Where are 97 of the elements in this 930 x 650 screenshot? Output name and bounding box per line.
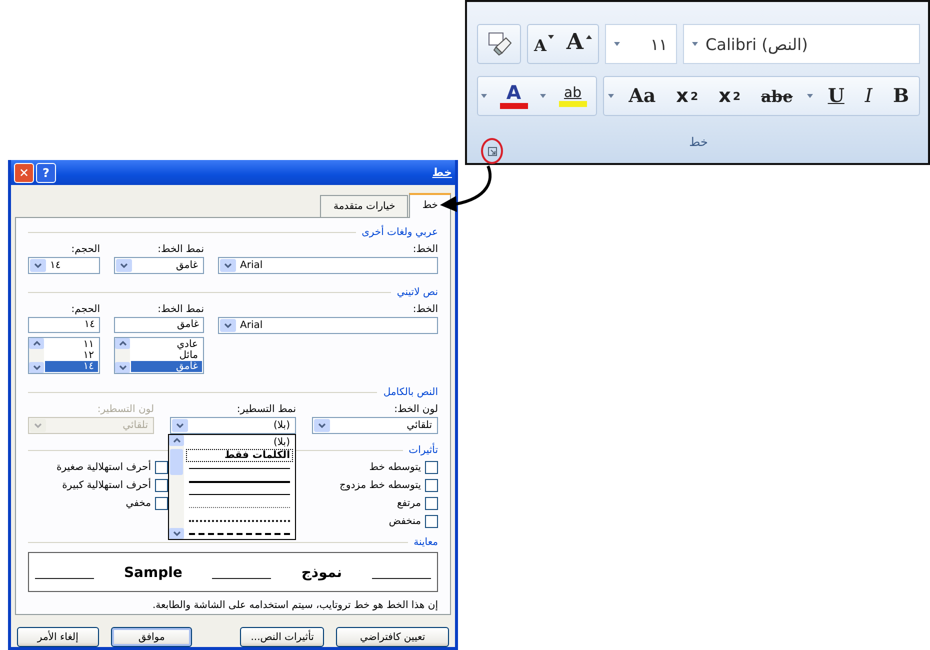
dialog-button[interactable]: تعيين كافتراضي	[336, 627, 449, 647]
shrink-font-button[interactable]: A	[528, 25, 560, 63]
caret-icon	[807, 94, 814, 98]
group-label: خط	[689, 134, 708, 148]
section-heading: النص بالكامل	[383, 386, 438, 398]
list-item[interactable]: غامق	[131, 361, 202, 372]
checkbox[interactable]	[425, 496, 438, 510]
scroll-down-button[interactable]	[115, 362, 130, 373]
field-label: لون التسطير:	[96, 404, 154, 415]
checkbox-label: يتوسطه خط مزدوج	[339, 480, 421, 490]
launcher-icon	[488, 146, 496, 156]
checkbox[interactable]	[425, 514, 438, 528]
chevron-up-icon	[32, 341, 40, 346]
style-field[interactable]: غامق	[114, 317, 204, 333]
field-label: الحجم:	[70, 304, 100, 315]
caret-icon	[540, 94, 546, 98]
chevron-down-icon	[118, 365, 126, 370]
tab[interactable]: خط	[409, 193, 451, 218]
font-color-dropdown[interactable]: تلقائي	[312, 417, 438, 434]
font-dropdown[interactable]: Arial	[218, 257, 438, 274]
caret-icon	[608, 94, 614, 98]
checkbox[interactable]	[155, 460, 168, 474]
sample-text: نموذج	[300, 565, 344, 581]
checkbox-label: أحرف استهلالية صغيرة	[56, 462, 151, 472]
chevron-up-icon	[172, 438, 180, 443]
field-label: الخط:	[412, 244, 438, 255]
window-title: خط	[432, 166, 452, 179]
scroll-bar[interactable]	[29, 338, 44, 373]
caret-icon	[692, 42, 698, 46]
section-heading: معاينة	[414, 536, 438, 548]
size-field[interactable]: ١٤	[28, 317, 100, 333]
underline-style-dropdown[interactable]: (بلا)	[170, 417, 296, 434]
dialog-button[interactable]: موافق	[110, 627, 192, 647]
checkbox[interactable]	[425, 478, 438, 492]
caret-icon	[614, 42, 620, 46]
section-heading: عربي ولغات أخرى	[362, 226, 438, 238]
scroll-down-button[interactable]	[169, 528, 184, 539]
font-name-dropdown[interactable]: Calibri (النص)	[682, 24, 920, 64]
grow-font-button[interactable]: A	[560, 25, 598, 63]
field-label: نمط الخط:	[156, 244, 204, 255]
underline-button[interactable]: U	[822, 77, 850, 115]
scroll-up-button[interactable]	[115, 338, 130, 349]
list-item[interactable]: الكلمات فقط	[186, 449, 293, 462]
superscript-button[interactable]: x$^{2}$	[670, 77, 704, 115]
checkbox-label: مخفي	[126, 498, 151, 508]
close-button[interactable]: ✕	[14, 162, 34, 182]
chevron-up-icon	[118, 341, 126, 346]
scroll-thumb[interactable]	[170, 449, 183, 475]
chevron-down-icon	[32, 365, 40, 370]
help-button[interactable]: ?	[36, 162, 56, 182]
scroll-bar[interactable]	[169, 435, 184, 539]
list-item[interactable]: (بلا)	[186, 436, 293, 449]
checkbox[interactable]	[155, 478, 168, 492]
scroll-down-button[interactable]	[29, 362, 44, 373]
chevron-down-icon	[172, 531, 180, 536]
list-item[interactable]: عادي	[131, 339, 202, 350]
checkbox-label: مرتفع	[396, 498, 421, 508]
clear-formatting-button[interactable]	[477, 24, 521, 64]
caret-icon	[548, 35, 554, 39]
sample-text: Sample	[122, 565, 184, 581]
scroll-bar[interactable]	[115, 338, 130, 373]
font-dropdown[interactable]: Arial	[218, 317, 438, 334]
list-item[interactable]: مائل	[131, 350, 202, 361]
checkbox-label: يتوسطه خط	[369, 462, 421, 472]
section-heading: تأثيرات	[408, 444, 438, 456]
list-item[interactable]: ١٤	[45, 361, 98, 372]
scroll-up-button[interactable]	[29, 338, 44, 349]
eraser-icon	[486, 31, 512, 57]
caret-icon	[481, 94, 488, 98]
style-dropdown[interactable]: غامق	[114, 257, 204, 274]
italic-button[interactable]: I	[858, 77, 878, 115]
size-dropdown[interactable]: ١٤	[28, 257, 100, 274]
list-item[interactable]: ١١	[45, 339, 98, 350]
dialog-button[interactable]: تأثيرات النص...	[240, 627, 324, 647]
font-note: إن هذا الخط هو خط تروتايب، سيتم استخدامه على الشاشة والطابعة.	[151, 600, 438, 611]
dialog-launcher-button[interactable]	[488, 146, 496, 156]
highlight-button[interactable]: ab	[552, 77, 593, 115]
field-label: نمط التسطير:	[236, 404, 296, 415]
list-item[interactable]: ١٢	[45, 350, 98, 361]
dialog-button[interactable]: إلغاء الأمر	[17, 627, 99, 647]
caret-icon	[586, 35, 592, 39]
checkbox-label: منخفض	[388, 516, 421, 526]
field-label: نمط الخط:	[156, 304, 204, 315]
font-size-dropdown[interactable]: ١١	[604, 24, 676, 64]
scroll-up-button[interactable]	[169, 435, 184, 446]
font-color-button[interactable]: A	[494, 77, 534, 115]
bold-button[interactable]: B	[886, 77, 915, 115]
change-case-button[interactable]: Aa	[622, 77, 662, 115]
section-heading: نص لاتيني	[396, 286, 438, 298]
checkbox-label: أحرف استهلالية كبيرة	[62, 480, 151, 490]
tab[interactable]: خيارات متقدمة	[320, 195, 408, 217]
strikethrough-button[interactable]: abe	[755, 77, 799, 115]
checkbox[interactable]	[425, 460, 438, 474]
field-label: الحجم:	[70, 244, 100, 255]
field-label: لون الخط:	[393, 404, 438, 415]
field-label: الخط:	[412, 304, 438, 315]
checkbox[interactable]	[155, 496, 168, 510]
